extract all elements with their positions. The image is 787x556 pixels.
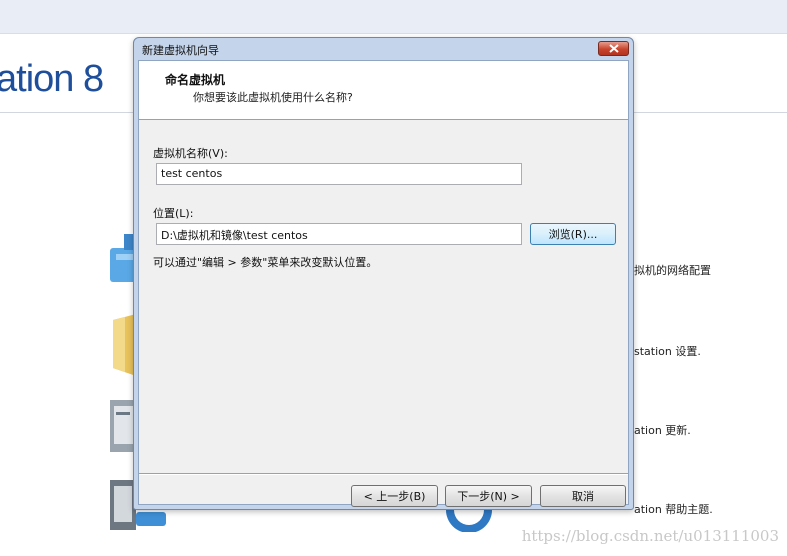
footer-divider (139, 473, 628, 474)
close-icon (608, 44, 619, 53)
location-label: 位置(L): (153, 207, 194, 220)
wizard-step-title: 命名虚拟机 (165, 73, 226, 87)
server-icon (110, 400, 136, 452)
location-input[interactable]: D:\虚拟机和镜像\test centos (156, 223, 522, 245)
network-icon (110, 234, 136, 282)
help-icon (446, 510, 492, 532)
wizard-step-subtitle: 你想要该此虚拟机使用什么名称? (193, 91, 353, 104)
dialog-body: 命名虚拟机 你想要该此虚拟机使用什么名称? 虚拟机名称(V): test cen… (138, 60, 629, 507)
new-vm-wizard-dialog: 新建虚拟机向导 命名虚拟机 你想要该此虚拟机使用什么名称? 虚拟机名称(V): … (133, 37, 634, 510)
background-item-updates[interactable]: ation 更新. (634, 422, 691, 438)
background-item-help[interactable]: ation 帮助主题. (634, 501, 713, 517)
browse-button[interactable]: 浏览(R)... (530, 223, 616, 245)
dialog-titlebar[interactable]: 新建虚拟机向导 (134, 38, 633, 60)
next-button[interactable]: 下一步(N) > (445, 485, 532, 507)
background-item-network[interactable]: 拟机的网络配置 (634, 262, 711, 278)
background-item-settings[interactable]: station 设置. (634, 343, 701, 359)
watermark: https://blog.csdn.net/u013111003 (521, 527, 779, 545)
vm-name-label: 虚拟机名称(V): (153, 147, 228, 160)
dialog-title: 新建虚拟机向导 (142, 44, 219, 57)
back-button[interactable]: < 上一步(B) (351, 485, 438, 507)
location-hint: 可以通过"编辑 > 参数"菜单来改变默认位置。 (153, 256, 378, 269)
vm-name-input[interactable]: test centos (156, 163, 522, 185)
background-app-title: ation 8 (0, 58, 104, 100)
wizard-header: 命名虚拟机 你想要该此虚拟机使用什么名称? (139, 61, 628, 120)
cancel-button[interactable]: 取消 (540, 485, 626, 507)
background-toolbar (0, 0, 787, 34)
close-button[interactable] (598, 41, 629, 56)
